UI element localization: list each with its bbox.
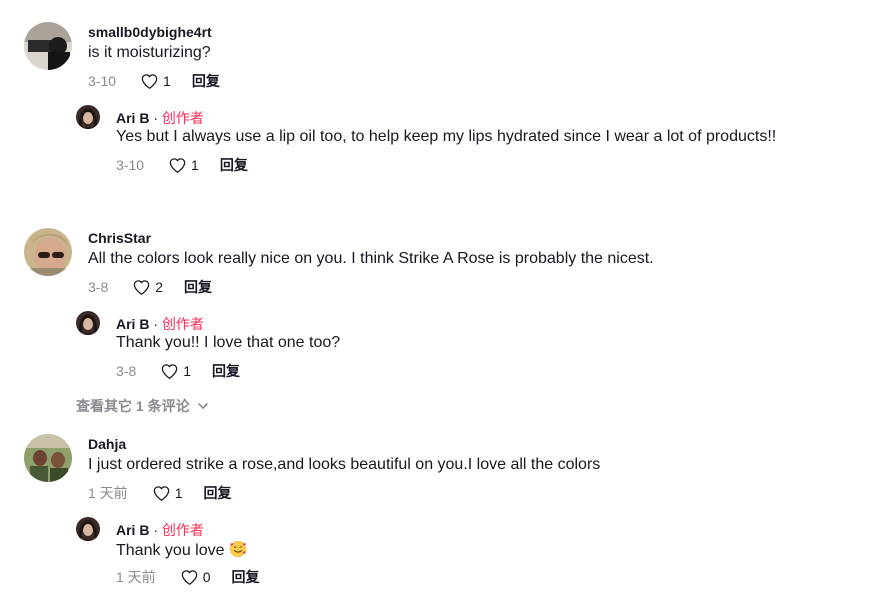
reply-button[interactable]: 回复 <box>231 567 259 587</box>
reply-text-content: Thank you love <box>116 542 225 559</box>
reply-time: 3-8 <box>116 363 137 379</box>
reply-time: 1 天前 <box>116 569 156 585</box>
like-count: 0 <box>202 569 211 585</box>
creator-badge: 创作者 <box>161 110 204 126</box>
reply-button[interactable]: 回复 <box>212 361 240 381</box>
avatar[interactable] <box>76 105 100 129</box>
reply-username[interactable]: Ari B · 创作者 <box>116 108 204 128</box>
like-count: 1 <box>174 485 183 501</box>
heart-icon[interactable] <box>152 484 171 503</box>
separator: · <box>149 522 162 538</box>
reply-text: Thank you love <box>116 540 247 560</box>
reply-button[interactable]: 回复 <box>203 483 231 503</box>
like-count: 1 <box>191 157 199 173</box>
username-text[interactable]: Ari B <box>116 522 149 538</box>
reply-meta: 3-8 1 回复 <box>116 361 240 381</box>
comment-meta: 3-8 2 回复 <box>88 277 212 297</box>
reply-button[interactable]: 回复 <box>220 155 248 175</box>
comment-time: 1 天前 <box>88 485 128 501</box>
comment-text: is it moisturizing? <box>88 44 211 61</box>
separator: · <box>149 316 162 332</box>
heart-icon[interactable] <box>132 278 151 297</box>
reply-username[interactable]: Ari B · 创作者 <box>116 314 204 334</box>
comment-text: All the colors look really nice on you. … <box>88 250 654 267</box>
like-button[interactable]: 1 <box>152 484 183 503</box>
reply-meta: 1 天前 0 回复 <box>116 567 259 587</box>
reply-text: Yes but I always use a lip oil too, to h… <box>116 128 777 145</box>
like-count: 1 <box>183 363 192 379</box>
reply-button[interactable]: 回复 <box>192 71 220 91</box>
reply-time: 3-10 <box>116 157 145 173</box>
heart-icon[interactable] <box>180 568 199 587</box>
reply-meta: 3-10 1 回复 <box>116 155 248 175</box>
avatar[interactable] <box>24 228 72 276</box>
reply-username[interactable]: Ari B · 创作者 <box>116 520 204 540</box>
like-count: 2 <box>155 279 164 295</box>
view-more-replies-label[interactable]: 查看其它 1 条评论 <box>76 396 190 416</box>
like-button[interactable]: 2 <box>132 278 163 297</box>
heart-icon[interactable] <box>160 362 179 381</box>
heart-icon[interactable] <box>168 156 187 175</box>
like-button[interactable]: 1 <box>140 72 171 91</box>
comment-meta: 1 天前 1 回复 <box>88 483 231 503</box>
comment-time: 3-8 <box>88 279 109 295</box>
comment-username[interactable]: Dahja <box>88 436 126 452</box>
comment-username[interactable]: ChrisStar <box>88 230 151 246</box>
view-more-replies-button[interactable]: 查看其它 1 条评论 <box>76 396 210 416</box>
separator: · <box>149 110 162 126</box>
avatar[interactable] <box>76 517 100 541</box>
avatar[interactable] <box>76 311 100 335</box>
username-text[interactable]: ChrisStar <box>88 230 151 246</box>
reply-text: Thank you!! I love that one too? <box>116 334 341 351</box>
chevron-down-icon[interactable] <box>196 399 210 413</box>
avatar[interactable] <box>24 22 72 70</box>
heart-icon[interactable] <box>140 72 159 91</box>
avatar[interactable] <box>24 434 72 482</box>
creator-badge: 创作者 <box>161 522 204 538</box>
creator-badge: 创作者 <box>161 316 204 332</box>
comment-time: 3-10 <box>88 73 117 89</box>
comment-meta: 3-10 1 回复 <box>88 71 220 91</box>
like-button[interactable]: 1 <box>160 362 191 381</box>
username-text[interactable]: smallb0dybighe4rt <box>88 24 212 40</box>
comment-username[interactable]: smallb0dybighe4rt <box>88 24 212 40</box>
like-button[interactable]: 1 <box>168 156 199 175</box>
like-count: 1 <box>163 73 171 89</box>
comment-text: I just ordered strike a rose,and looks b… <box>88 456 601 473</box>
username-text[interactable]: Dahja <box>88 436 126 452</box>
username-text[interactable]: Ari B <box>116 110 149 126</box>
reply-button[interactable]: 回复 <box>184 277 212 297</box>
like-button[interactable]: 0 <box>180 568 211 587</box>
username-text[interactable]: Ari B <box>116 316 149 332</box>
smiling-face-with-hearts-icon <box>229 541 246 557</box>
